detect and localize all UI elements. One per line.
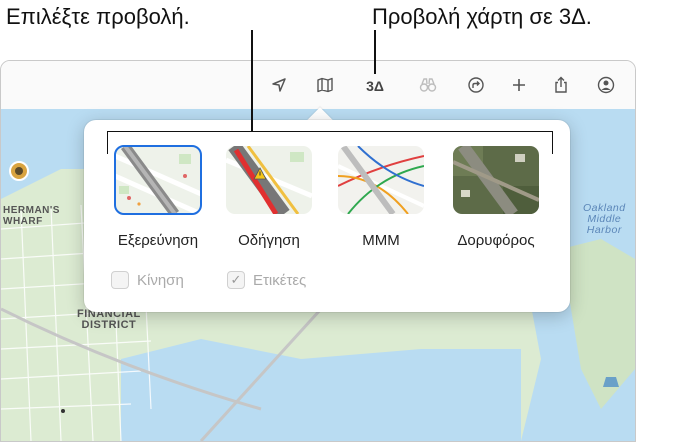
- location-arrow-icon[interactable]: [267, 73, 291, 97]
- share-icon[interactable]: [549, 73, 573, 97]
- labels-checkbox[interactable]: ✓ Ετικέτες: [227, 270, 306, 290]
- map-icon[interactable]: [313, 73, 337, 97]
- checkmark-icon: ✓: [230, 272, 242, 287]
- mode-satellite[interactable]: [453, 146, 539, 214]
- satellite-thumbnail[interactable]: [453, 146, 539, 214]
- leader-line-3d: [374, 30, 376, 74]
- person-circle-icon[interactable]: [594, 73, 618, 97]
- callout-choose-view: Επιλέξτε προβολή.: [6, 4, 190, 29]
- explore-thumbnail[interactable]: [114, 145, 202, 215]
- transit-thumbnail[interactable]: [338, 146, 424, 214]
- toolbar: 3Δ: [1, 61, 635, 110]
- callout-bracket: [107, 131, 553, 154]
- mode-driving[interactable]: [226, 146, 312, 214]
- mode-label-driving[interactable]: Οδήγηση: [214, 232, 324, 249]
- directions-icon[interactable]: [464, 73, 488, 97]
- mode-label-explore[interactable]: Εξερεύνηση: [103, 232, 213, 249]
- mode-explore[interactable]: [114, 145, 202, 215]
- mode-transit[interactable]: [338, 146, 424, 214]
- traffic-checkbox-box[interactable]: [111, 271, 129, 289]
- plus-icon[interactable]: [507, 73, 531, 97]
- 3d-button[interactable]: 3Δ: [360, 74, 390, 98]
- mode-label-satellite[interactable]: Δορυφόρος: [441, 232, 551, 249]
- driving-thumbnail[interactable]: [226, 146, 312, 214]
- map-label-oakland-harbor: Oakland Middle Harbor: [583, 202, 626, 236]
- labels-checkbox-box[interactable]: ✓: [227, 271, 245, 289]
- labels-label: Ετικέτες: [253, 271, 307, 289]
- leader-line-choose-view: [251, 30, 253, 131]
- mode-label-transit[interactable]: ΜΜΜ: [326, 232, 436, 249]
- map-label-financial-district: FINANCIAL DISTRICT: [77, 308, 141, 331]
- map-label-wharf: HERMAN'S WHARF: [3, 205, 60, 227]
- traffic-label: Κίνηση: [137, 271, 184, 289]
- traffic-checkbox[interactable]: Κίνηση: [111, 270, 184, 290]
- callout-3d-view: Προβολή χάρτη σε 3Δ.: [372, 4, 592, 29]
- binoculars-icon[interactable]: [416, 73, 440, 97]
